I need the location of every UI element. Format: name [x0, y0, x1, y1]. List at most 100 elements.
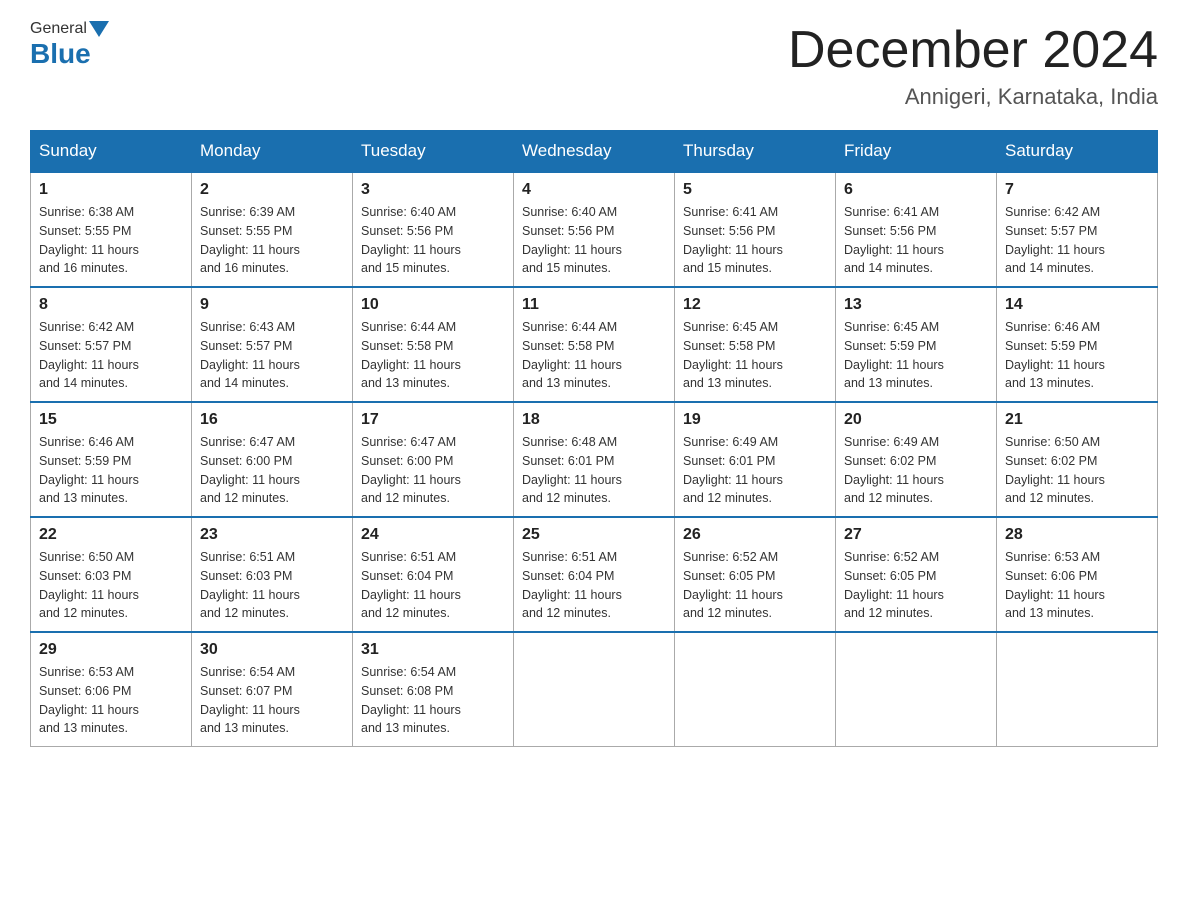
day-info: Sunrise: 6:46 AMSunset: 5:59 PMDaylight:… [39, 433, 183, 508]
calendar-day-cell [675, 632, 836, 747]
day-number: 8 [39, 296, 183, 314]
calendar-day-cell: 8 Sunrise: 6:42 AMSunset: 5:57 PMDaylight… [31, 287, 192, 402]
day-info: Sunrise: 6:50 AMSunset: 6:03 PMDaylight:… [39, 548, 183, 623]
day-number: 30 [200, 641, 344, 659]
calendar-week-row: 1 Sunrise: 6:38 AMSunset: 5:55 PMDaylight… [31, 172, 1158, 287]
day-info: Sunrise: 6:51 AMSunset: 6:03 PMDaylight:… [200, 548, 344, 623]
calendar-day-cell: 24 Sunrise: 6:51 AMSunset: 6:04 PMDayligh… [353, 517, 514, 632]
day-number: 21 [1005, 411, 1149, 429]
calendar-week-row: 8 Sunrise: 6:42 AMSunset: 5:57 PMDaylight… [31, 287, 1158, 402]
day-info: Sunrise: 6:48 AMSunset: 6:01 PMDaylight:… [522, 433, 666, 508]
calendar-header: SundayMondayTuesdayWednesdayThursdayFrid… [31, 131, 1158, 173]
calendar-day-cell: 23 Sunrise: 6:51 AMSunset: 6:03 PMDayligh… [192, 517, 353, 632]
day-number: 20 [844, 411, 988, 429]
calendar-day-cell [514, 632, 675, 747]
day-number: 24 [361, 526, 505, 544]
month-title: December 2024 [788, 20, 1158, 80]
calendar-day-cell: 2 Sunrise: 6:39 AMSunset: 5:55 PMDaylight… [192, 172, 353, 287]
calendar-day-cell: 26 Sunrise: 6:52 AMSunset: 6:05 PMDayligh… [675, 517, 836, 632]
day-number: 2 [200, 181, 344, 199]
day-number: 5 [683, 181, 827, 199]
day-number: 17 [361, 411, 505, 429]
day-info: Sunrise: 6:38 AMSunset: 5:55 PMDaylight:… [39, 203, 183, 278]
day-info: Sunrise: 6:52 AMSunset: 6:05 PMDaylight:… [844, 548, 988, 623]
day-number: 16 [200, 411, 344, 429]
day-info: Sunrise: 6:44 AMSunset: 5:58 PMDaylight:… [361, 318, 505, 393]
calendar-day-cell: 15 Sunrise: 6:46 AMSunset: 5:59 PMDayligh… [31, 402, 192, 517]
title-section: December 2024 Annigeri, Karnataka, India [788, 20, 1158, 110]
day-info: Sunrise: 6:54 AMSunset: 6:08 PMDaylight:… [361, 663, 505, 738]
day-of-week-header: Monday [192, 131, 353, 173]
day-info: Sunrise: 6:51 AMSunset: 6:04 PMDaylight:… [361, 548, 505, 623]
day-number: 26 [683, 526, 827, 544]
calendar-day-cell: 17 Sunrise: 6:47 AMSunset: 6:00 PMDayligh… [353, 402, 514, 517]
day-number: 14 [1005, 296, 1149, 314]
day-info: Sunrise: 6:53 AMSunset: 6:06 PMDaylight:… [39, 663, 183, 738]
day-info: Sunrise: 6:46 AMSunset: 5:59 PMDaylight:… [1005, 318, 1149, 393]
day-info: Sunrise: 6:52 AMSunset: 6:05 PMDaylight:… [683, 548, 827, 623]
day-info: Sunrise: 6:41 AMSunset: 5:56 PMDaylight:… [844, 203, 988, 278]
day-number: 15 [39, 411, 183, 429]
calendar-day-cell: 11 Sunrise: 6:44 AMSunset: 5:58 PMDayligh… [514, 287, 675, 402]
calendar-day-cell: 22Sunrise: 6:50 AMSunset: 6:03 PMDayligh… [31, 517, 192, 632]
logo-general-text: General [30, 20, 87, 38]
day-info: Sunrise: 6:45 AMSunset: 5:58 PMDaylight:… [683, 318, 827, 393]
day-of-week-header: Wednesday [514, 131, 675, 173]
day-of-week-header: Saturday [997, 131, 1158, 173]
calendar-day-cell: 1 Sunrise: 6:38 AMSunset: 5:55 PMDaylight… [31, 172, 192, 287]
calendar-day-cell: 27Sunrise: 6:52 AMSunset: 6:05 PMDayligh… [836, 517, 997, 632]
day-number: 25 [522, 526, 666, 544]
calendar-day-cell: 4Sunrise: 6:40 AMSunset: 5:56 PMDaylight… [514, 172, 675, 287]
day-number: 28 [1005, 526, 1149, 544]
calendar-day-cell: 30 Sunrise: 6:54 AMSunset: 6:07 PMDayligh… [192, 632, 353, 747]
day-number: 18 [522, 411, 666, 429]
logo-triangle-icon [89, 21, 109, 37]
logo-blue-text: Blue [30, 38, 91, 70]
calendar-day-cell: 28Sunrise: 6:53 AMSunset: 6:06 PMDayligh… [997, 517, 1158, 632]
calendar-day-cell [997, 632, 1158, 747]
calendar-day-cell: 19Sunrise: 6:49 AMSunset: 6:01 PMDayligh… [675, 402, 836, 517]
day-number: 1 [39, 181, 183, 199]
calendar-day-cell: 18 Sunrise: 6:48 AMSunset: 6:01 PMDayligh… [514, 402, 675, 517]
location-text: Annigeri, Karnataka, India [788, 84, 1158, 110]
day-number: 23 [200, 526, 344, 544]
calendar-day-cell: 3Sunrise: 6:40 AMSunset: 5:56 PMDaylight… [353, 172, 514, 287]
calendar-body: 1 Sunrise: 6:38 AMSunset: 5:55 PMDaylight… [31, 172, 1158, 747]
calendar-day-cell: 9Sunrise: 6:43 AMSunset: 5:57 PMDaylight… [192, 287, 353, 402]
day-number: 3 [361, 181, 505, 199]
calendar-day-cell: 31 Sunrise: 6:54 AMSunset: 6:08 PMDayligh… [353, 632, 514, 747]
day-number: 12 [683, 296, 827, 314]
calendar-table: SundayMondayTuesdayWednesdayThursdayFrid… [30, 130, 1158, 747]
day-number: 4 [522, 181, 666, 199]
calendar-day-cell: 12 Sunrise: 6:45 AMSunset: 5:58 PMDayligh… [675, 287, 836, 402]
day-info: Sunrise: 6:42 AMSunset: 5:57 PMDaylight:… [1005, 203, 1149, 278]
calendar-day-cell: 16Sunrise: 6:47 AMSunset: 6:00 PMDayligh… [192, 402, 353, 517]
day-info: Sunrise: 6:41 AMSunset: 5:56 PMDaylight:… [683, 203, 827, 278]
page-header: General Blue December 2024 Annigeri, Kar… [30, 20, 1158, 110]
day-info: Sunrise: 6:44 AMSunset: 5:58 PMDaylight:… [522, 318, 666, 393]
day-number: 7 [1005, 181, 1149, 199]
calendar-day-cell: 13Sunrise: 6:45 AMSunset: 5:59 PMDayligh… [836, 287, 997, 402]
day-info: Sunrise: 6:49 AMSunset: 6:02 PMDaylight:… [844, 433, 988, 508]
calendar-day-cell: 6 Sunrise: 6:41 AMSunset: 5:56 PMDaylight… [836, 172, 997, 287]
day-info: Sunrise: 6:51 AMSunset: 6:04 PMDaylight:… [522, 548, 666, 623]
day-number: 19 [683, 411, 827, 429]
calendar-week-row: 22Sunrise: 6:50 AMSunset: 6:03 PMDayligh… [31, 517, 1158, 632]
day-info: Sunrise: 6:54 AMSunset: 6:07 PMDaylight:… [200, 663, 344, 738]
day-of-week-header: Friday [836, 131, 997, 173]
calendar-day-cell: 7 Sunrise: 6:42 AMSunset: 5:57 PMDaylight… [997, 172, 1158, 287]
day-info: Sunrise: 6:42 AMSunset: 5:57 PMDaylight:… [39, 318, 183, 393]
day-number: 31 [361, 641, 505, 659]
day-number: 29 [39, 641, 183, 659]
day-info: Sunrise: 6:39 AMSunset: 5:55 PMDaylight:… [200, 203, 344, 278]
calendar-day-cell: 20 Sunrise: 6:49 AMSunset: 6:02 PMDayligh… [836, 402, 997, 517]
day-number: 6 [844, 181, 988, 199]
day-number: 11 [522, 296, 666, 314]
calendar-day-cell: 25 Sunrise: 6:51 AMSunset: 6:04 PMDayligh… [514, 517, 675, 632]
calendar-day-cell: 29 Sunrise: 6:53 AMSunset: 6:06 PMDayligh… [31, 632, 192, 747]
day-info: Sunrise: 6:47 AMSunset: 6:00 PMDaylight:… [361, 433, 505, 508]
calendar-day-cell: 10Sunrise: 6:44 AMSunset: 5:58 PMDayligh… [353, 287, 514, 402]
day-of-week-header: Tuesday [353, 131, 514, 173]
day-info: Sunrise: 6:50 AMSunset: 6:02 PMDaylight:… [1005, 433, 1149, 508]
calendar-week-row: 15 Sunrise: 6:46 AMSunset: 5:59 PMDayligh… [31, 402, 1158, 517]
